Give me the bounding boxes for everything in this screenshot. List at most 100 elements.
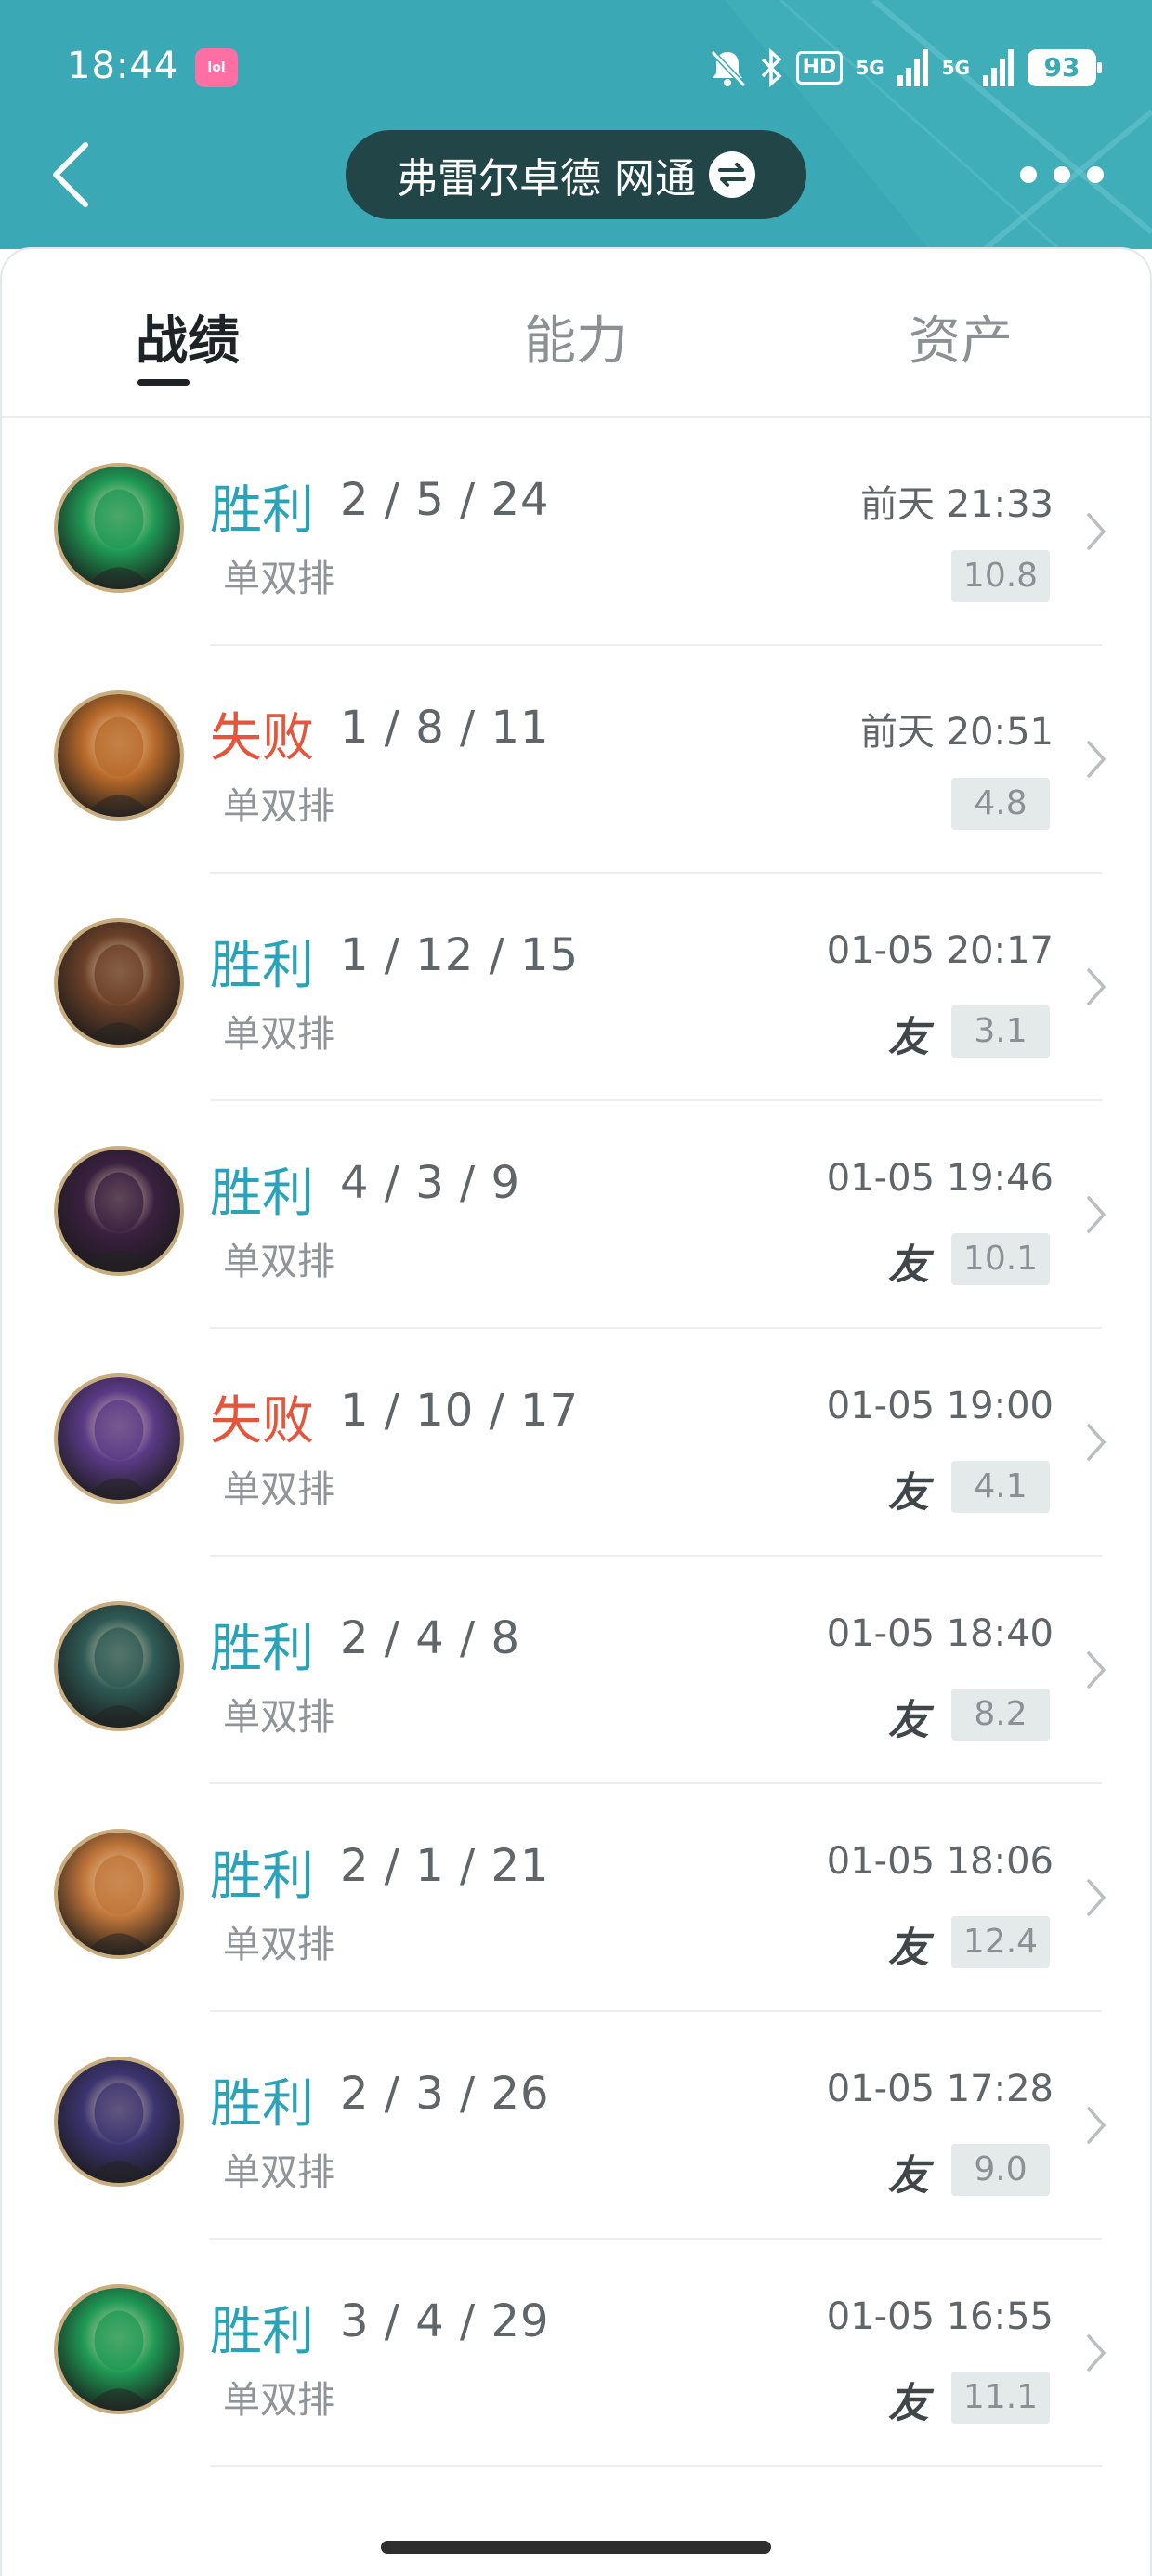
match-result: 胜利 <box>210 2074 314 2135</box>
match-result: 胜利 <box>210 480 314 541</box>
server-switch-button[interactable]: 弗雷尔卓德 网通 <box>346 130 806 219</box>
back-chevron-icon[interactable] <box>45 138 100 212</box>
friend-badge: 友 <box>888 1242 929 1289</box>
kda-stats: 4 / 3 / 9 <box>340 1157 520 1209</box>
bell-off-icon <box>710 49 746 87</box>
chevron-right-icon <box>1087 1196 1106 1233</box>
match-result: 失败 <box>210 708 314 769</box>
match-row[interactable]: 胜利 3 / 4 / 29 单双排 01-05 16:55 友 11.1 <box>2 2240 1150 2467</box>
match-score: 10.1 <box>951 1233 1050 1285</box>
chevron-right-icon <box>1087 741 1106 778</box>
header-bar: 18:44 lol HD 5G 5G 93 弗雷尔卓德 网通 <box>0 0 1152 249</box>
match-time: 01-05 19:46 <box>826 1157 1054 1200</box>
match-result: 胜利 <box>210 1619 314 1679</box>
kda-stats: 2 / 4 / 8 <box>340 1612 520 1664</box>
match-score: 4.8 <box>951 778 1050 830</box>
match-row[interactable]: 胜利 2 / 1 / 21 单双排 01-05 18:06 友 12.4 <box>2 1784 1150 2012</box>
champion-avatar <box>54 1373 184 1504</box>
home-indicator[interactable] <box>381 2541 771 2554</box>
champion-avatar <box>54 918 184 1048</box>
hd-voice-icon: HD <box>795 51 844 85</box>
match-row[interactable]: 胜利 2 / 5 / 24 单双排 前天 21:33 10.8 <box>2 418 1150 646</box>
match-row[interactable]: 胜利 4 / 3 / 9 单双排 01-05 19:46 友 10.1 <box>2 1101 1150 1329</box>
kda-stats: 3 / 4 / 29 <box>340 2295 550 2347</box>
tab-assets[interactable]: 资产 <box>909 299 1013 375</box>
status-icons: HD 5G 5G 93 <box>709 45 1102 91</box>
kda-stats: 2 / 3 / 26 <box>340 2068 550 2120</box>
chevron-right-icon <box>1087 2334 1106 2372</box>
match-time: 前天 21:33 <box>860 483 1054 526</box>
match-score: 3.1 <box>951 1005 1050 1058</box>
chevron-right-icon <box>1087 968 1106 1005</box>
chevron-right-icon <box>1087 1879 1106 1916</box>
queue-mode: 单双排 <box>223 1013 334 1056</box>
match-time: 01-05 17:28 <box>826 2068 1054 2110</box>
signal-label-1: 5G <box>856 57 884 79</box>
kda-stats: 1 / 10 / 17 <box>340 1385 580 1437</box>
match-time: 01-05 18:06 <box>826 1840 1054 1883</box>
chevron-right-icon <box>1087 2107 1106 2144</box>
dot <box>1087 166 1104 183</box>
match-result: 胜利 <box>210 936 314 996</box>
chevron-right-icon <box>1087 513 1106 550</box>
chevron-right-icon <box>1087 1651 1106 1689</box>
match-time: 01-05 16:55 <box>826 2295 1054 2338</box>
kda-stats: 1 / 8 / 11 <box>340 702 550 754</box>
match-time: 前天 20:51 <box>860 711 1054 754</box>
match-row[interactable]: 胜利 2 / 4 / 8 单双排 01-05 18:40 友 8.2 <box>2 1557 1150 1784</box>
champion-avatar <box>54 2284 184 2414</box>
friend-badge: 友 <box>888 1014 929 1061</box>
kda-stats: 2 / 1 / 21 <box>340 1840 550 1892</box>
match-row[interactable]: 胜利 2 / 3 / 26 单双排 01-05 17:28 友 9.0 <box>2 2012 1150 2240</box>
champion-avatar <box>54 1146 184 1276</box>
dot <box>1020 166 1037 183</box>
champion-avatar <box>54 1601 184 1731</box>
match-row[interactable]: 胜利 1 / 12 / 15 单双排 01-05 20:17 友 3.1 <box>2 874 1150 1101</box>
match-result: 胜利 <box>210 1163 314 1224</box>
match-score: 8.2 <box>951 1689 1050 1741</box>
status-bar: 18:44 lol HD 5G 5G 93 <box>0 0 1152 139</box>
bluetooth-icon <box>761 48 782 87</box>
queue-mode: 单双排 <box>223 1696 334 1739</box>
signal-label-2: 5G <box>941 57 970 79</box>
chevron-right-icon <box>1087 1424 1106 1461</box>
match-time: 01-05 19:00 <box>826 1385 1054 1427</box>
kda-stats: 2 / 5 / 24 <box>340 474 550 526</box>
match-score: 10.8 <box>951 550 1050 602</box>
match-row[interactable]: 失败 1 / 8 / 11 单双排 前天 20:51 4.8 <box>2 646 1150 874</box>
more-dots-icon[interactable] <box>1020 154 1104 195</box>
queue-mode: 单双排 <box>223 785 334 828</box>
match-score: 12.4 <box>951 1916 1050 1968</box>
match-score: 9.0 <box>951 2144 1050 2196</box>
match-time: 01-05 20:17 <box>826 929 1054 972</box>
kda-stats: 1 / 12 / 15 <box>340 929 580 981</box>
row-divider <box>210 2465 1102 2467</box>
status-time: 18:44 <box>67 45 179 87</box>
battery-icon: 93 <box>1028 49 1102 86</box>
match-list: 胜利 2 / 5 / 24 单双排 前天 21:33 10.8 失败 1 / 8… <box>2 418 1150 2467</box>
dot <box>1054 166 1070 183</box>
page-title: 弗雷尔卓德 网通 <box>397 155 696 203</box>
match-score: 4.1 <box>951 1461 1050 1513</box>
active-tab-indicator <box>137 379 190 386</box>
match-time: 01-05 18:40 <box>826 1612 1054 1655</box>
match-row[interactable]: 失败 1 / 10 / 17 单双排 01-05 19:00 友 4.1 <box>2 1329 1150 1557</box>
signal-bars-icon-2 <box>983 49 1014 86</box>
champion-avatar <box>54 690 184 821</box>
queue-mode: 单双排 <box>223 1924 334 1966</box>
match-result: 失败 <box>210 1391 314 1452</box>
friend-badge: 友 <box>888 1925 929 1972</box>
champion-avatar <box>54 2057 184 2187</box>
champion-avatar <box>54 463 184 593</box>
queue-mode: 单双排 <box>223 2379 334 2422</box>
swap-icon <box>709 151 755 198</box>
queue-mode: 单双排 <box>223 1468 334 1511</box>
content-card: 战绩 能力 资产 胜利 2 / 5 / 24 单双排 前天 21:33 10.8 <box>0 247 1152 2576</box>
tab-bar: 战绩 能力 资产 <box>2 249 1150 418</box>
app-notification-icon: lol <box>195 48 238 87</box>
champion-avatar <box>54 1829 184 1959</box>
tab-ability[interactable]: 能力 <box>524 299 628 375</box>
queue-mode: 单双排 <box>223 558 334 600</box>
tab-match-history[interactable]: 战绩 <box>136 299 240 375</box>
signal-bars-icon <box>897 49 928 86</box>
